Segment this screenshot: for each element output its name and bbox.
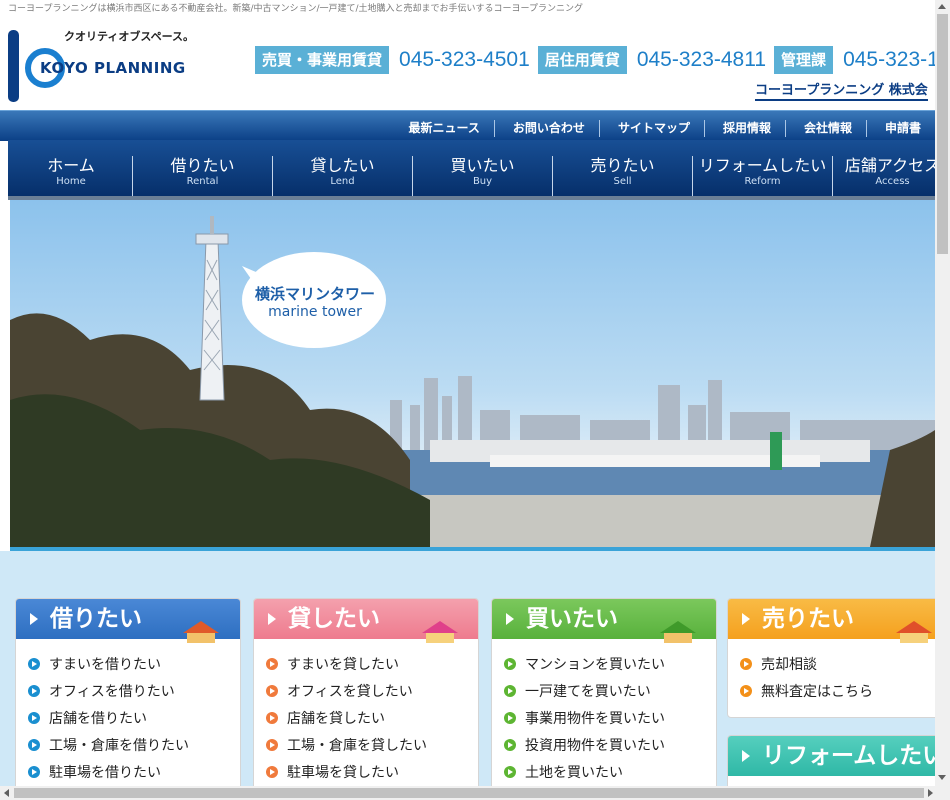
nav-reform[interactable]: リフォームしたい Reform bbox=[692, 156, 832, 196]
scroll-up-icon[interactable] bbox=[938, 4, 946, 9]
logo-bar bbox=[8, 30, 19, 102]
card-buy-list: マンションを買いたい 一戸建てを買いたい 事業用物件を買いたい 投資用物件を買い… bbox=[504, 655, 665, 786]
list-item[interactable]: 工場・倉庫を貸したい bbox=[266, 736, 427, 763]
landmark-name-en: marine tower bbox=[268, 304, 362, 320]
card-reform: リフォームしたい bbox=[727, 735, 935, 786]
util-link-contact[interactable]: お問い合わせ bbox=[493, 120, 599, 137]
contact-label-management: 管理課 bbox=[774, 46, 834, 74]
list-item[interactable]: 駐車場を借りたい bbox=[28, 763, 189, 786]
landmark-bubble: 横浜マリンタワー marine tower bbox=[246, 285, 384, 321]
list-item[interactable]: 店舗を借りたい bbox=[28, 709, 189, 736]
main-nav: ホーム Home 借りたい Rental 貸したい Lend 買いたい Buy 売りたい… bbox=[8, 140, 935, 200]
card-buy-title: 買いたい bbox=[526, 606, 618, 632]
house-icon bbox=[896, 611, 932, 643]
card-lend-list: すまいを貸したい オフィスを貸したい 店舗を貸したい 工場・倉庫を貸したい 駐車… bbox=[266, 655, 427, 786]
nav-access[interactable]: 店舗アクセス Access bbox=[832, 156, 935, 196]
page: コーヨープランニングは横浜市西区にある不動産会社。新築/中古マンション/一戸建て… bbox=[0, 0, 935, 786]
site-tagline: コーヨープランニングは横浜市西区にある不動産会社。新築/中古マンション/一戸建て… bbox=[8, 4, 584, 14]
service-cards: 借りたい すまいを借りたい オフィスを借りたい 店舗を借りたい 工場・倉庫を借り… bbox=[0, 551, 935, 786]
list-item[interactable]: 無料査定はこちら bbox=[740, 682, 873, 709]
hero-image: 横浜マリンタワー marine tower bbox=[10, 200, 935, 547]
util-link-company[interactable]: 会社情報 bbox=[784, 120, 866, 137]
list-item[interactable]: 駐車場を貸したい bbox=[266, 763, 427, 786]
contact-label-residential: 居住用賃貸 bbox=[537, 46, 627, 74]
card-reform-title: リフォームしたい bbox=[762, 743, 935, 769]
contact-phone-residential[interactable]: 045-323-4811 bbox=[637, 48, 766, 72]
nav-sell[interactable]: 売りたい Sell bbox=[552, 156, 692, 196]
logo-tagline: クオリティオブスペース。 bbox=[64, 30, 195, 43]
list-item[interactable]: 工場・倉庫を借りたい bbox=[28, 736, 189, 763]
card-buy: 買いたい マンションを買いたい 一戸建てを買いたい 事業用物件を買いたい 投資用… bbox=[491, 598, 717, 786]
nav-home[interactable]: ホーム Home bbox=[1, 156, 141, 196]
scroll-right-icon[interactable] bbox=[928, 789, 933, 797]
horizontal-scroll-thumb[interactable] bbox=[14, 788, 924, 798]
list-item[interactable]: 売却相談 bbox=[740, 655, 873, 682]
contact-phone-management[interactable]: 045-323-16 bbox=[843, 48, 935, 72]
card-rent-title: 借りたい bbox=[50, 606, 142, 632]
scroll-down-icon[interactable] bbox=[938, 775, 946, 780]
contact-label-sales: 売買・事業用賃貸 bbox=[255, 46, 390, 74]
list-item[interactable]: オフィスを借りたい bbox=[28, 682, 189, 709]
card-rent: 借りたい すまいを借りたい オフィスを借りたい 店舗を借りたい 工場・倉庫を借り… bbox=[15, 598, 241, 786]
hero-illustration bbox=[10, 216, 935, 547]
util-link-recruit[interactable]: 採用情報 bbox=[703, 120, 785, 137]
util-link-sitemap[interactable]: サイトマップ bbox=[598, 120, 704, 137]
scroll-left-icon[interactable] bbox=[4, 789, 9, 797]
list-item[interactable]: オフィスを貸したい bbox=[266, 682, 427, 709]
list-item[interactable]: 土地を買いたい bbox=[504, 763, 665, 786]
card-sell-list: 売却相談 無料査定はこちら bbox=[740, 655, 873, 709]
landmark-name-jp: 横浜マリンタワー bbox=[254, 285, 375, 303]
util-link-news[interactable]: 最新ニュース bbox=[391, 120, 494, 137]
nav-rental[interactable]: 借りたい Rental bbox=[132, 156, 272, 196]
util-link-forms[interactable]: 申請書 bbox=[865, 120, 935, 137]
card-reform-header[interactable]: リフォームしたい bbox=[728, 736, 935, 776]
list-item[interactable]: マンションを買いたい bbox=[504, 655, 665, 682]
contact-phones: 売買・事業用賃貸 045-323-4501 居住用賃貸 045-323-4811 管理課… bbox=[255, 46, 935, 74]
house-icon bbox=[660, 611, 696, 643]
company-name: コーヨープランニング 株式会 bbox=[755, 83, 928, 101]
list-item[interactable]: すまいを借りたい bbox=[28, 655, 189, 682]
utility-nav: 最新ニュース お問い合わせ サイトマップ 採用情報 会社情報 申請書 bbox=[0, 110, 935, 141]
contact-phone-sales[interactable]: 045-323-4501 bbox=[399, 48, 530, 72]
logo[interactable]: クオリティオブスペース。 KOYO PLANNING bbox=[8, 28, 194, 104]
list-item[interactable]: 店舗を貸したい bbox=[266, 709, 427, 736]
nav-buy[interactable]: 買いたい Buy bbox=[412, 156, 552, 196]
list-item[interactable]: 事業用物件を買いたい bbox=[504, 709, 665, 736]
card-sell-title: 売りたい bbox=[762, 606, 854, 632]
card-rent-list: すまいを借りたい オフィスを借りたい 店舗を借りたい 工場・倉庫を借りたい 駐車… bbox=[28, 655, 189, 786]
list-item[interactable]: 一戸建てを買いたい bbox=[504, 682, 665, 709]
nav-lend[interactable]: 貸したい Lend bbox=[272, 156, 412, 196]
house-icon bbox=[183, 611, 219, 643]
list-item[interactable]: すまいを貸したい bbox=[266, 655, 427, 682]
card-sell: 売りたい 売却相談 無料査定はこちら bbox=[727, 598, 935, 718]
vertical-scrollbar[interactable] bbox=[935, 0, 950, 786]
house-icon bbox=[422, 611, 458, 643]
logo-name: KOYO PLANNING bbox=[40, 59, 186, 77]
list-item[interactable]: 投資用物件を買いたい bbox=[504, 736, 665, 763]
vertical-scroll-thumb[interactable] bbox=[937, 14, 948, 254]
card-lend-title: 貸したい bbox=[288, 606, 380, 632]
horizontal-scrollbar[interactable] bbox=[0, 786, 950, 800]
card-lend: 貸したい すまいを貸したい オフィスを貸したい 店舗を貸したい 工場・倉庫を貸し… bbox=[253, 598, 479, 786]
